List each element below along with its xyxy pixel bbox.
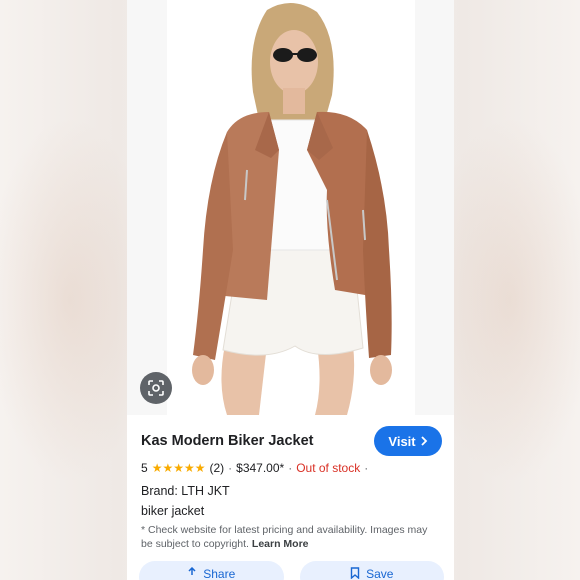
review-count[interactable]: (2) <box>209 461 224 475</box>
visit-label: Visit <box>388 433 416 449</box>
product-photo-frame <box>167 0 415 415</box>
chevron-right-icon <box>420 436 427 446</box>
save-label: Save <box>366 567 394 580</box>
rating-price-row: 5 ★★★★★ (2) · $347.00* · Out of stock · <box>141 461 368 475</box>
stock-status: Out of stock <box>296 461 361 475</box>
separator-dot: · <box>364 461 369 475</box>
separator-dot: · <box>228 461 233 475</box>
learn-more-link[interactable]: Learn More <box>252 538 309 550</box>
price: $347.00* <box>236 461 285 475</box>
disclaimer-note: * Check website for latest pricing and a… <box>141 523 441 551</box>
product-info-card: Kas Modern Biker Jacket Visit 5 ★★★★★ (2… <box>127 415 454 580</box>
share-button[interactable]: Share <box>139 561 284 580</box>
product-image[interactable] <box>127 0 454 415</box>
product-description: biker jacket <box>141 504 205 518</box>
product-title[interactable]: Kas Modern Biker Jacket <box>141 433 313 449</box>
brand-line: Brand: LTH JKT <box>141 484 230 498</box>
visit-button[interactable]: Visit <box>374 426 442 456</box>
share-icon <box>188 567 196 575</box>
bookmark-icon <box>350 567 360 579</box>
separator-dot: · <box>288 461 293 475</box>
save-button[interactable]: Save <box>299 561 444 580</box>
search-result-panel: Kas Modern Biker Jacket Visit 5 ★★★★★ (2… <box>127 0 454 580</box>
star-rating-icon: ★★★★★ <box>151 461 206 475</box>
action-buttons: Share Save <box>139 561 444 580</box>
model-in-jacket-illustration <box>192 2 392 415</box>
share-label: Share <box>203 567 236 580</box>
rating-value: 5 <box>141 461 148 475</box>
google-lens-icon[interactable] <box>140 372 172 404</box>
